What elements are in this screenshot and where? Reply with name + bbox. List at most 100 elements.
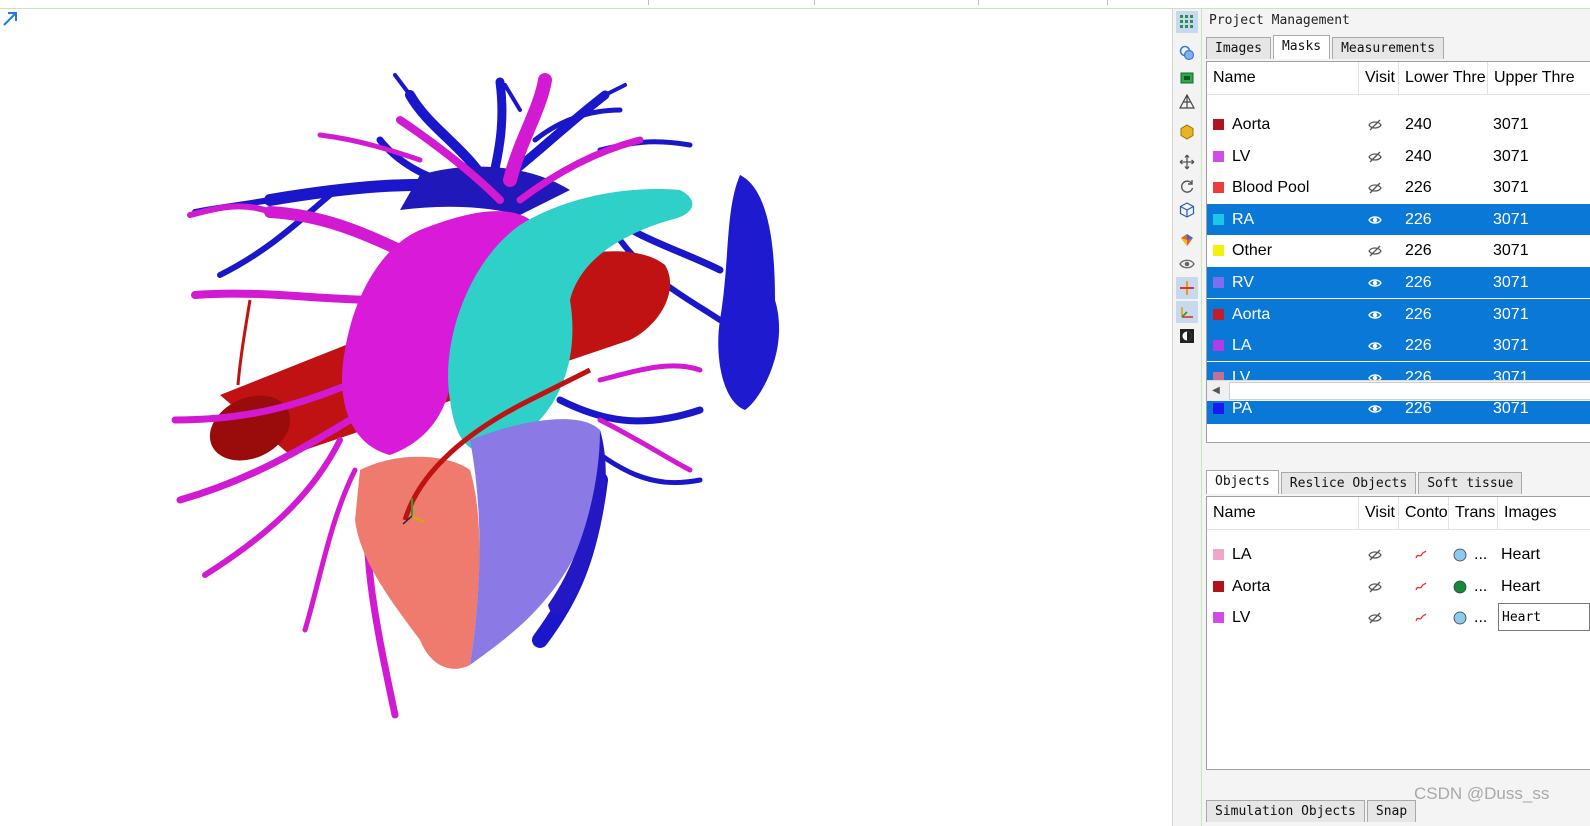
column-header-upper-threshold[interactable]: Upper Thre (1488, 62, 1590, 94)
object-row[interactable]: LA... Heart (1207, 539, 1590, 570)
object-color-swatch[interactable] (1213, 612, 1224, 624)
lower-threshold-value: 226 (1405, 305, 1432, 323)
blue-structure-right (718, 175, 780, 410)
object-color-swatch[interactable] (1213, 580, 1224, 592)
tab-simulation-objects[interactable]: Simulation Objects (1206, 800, 1365, 822)
mask-color-swatch[interactable] (1213, 119, 1224, 130)
visible-eye-icon[interactable] (1367, 338, 1383, 354)
column-header-transparency[interactable]: Trans (1449, 497, 1498, 529)
visible-eye-icon[interactable] (1367, 275, 1383, 291)
mask-name: Other (1232, 242, 1273, 260)
mask-row[interactable]: RA 226 3071 (1207, 203, 1590, 235)
transparency-swatch-icon[interactable] (1453, 548, 1469, 564)
lower-threshold-value: 226 (1405, 274, 1432, 291)
mask-icon[interactable] (1176, 67, 1198, 89)
tab-masks[interactable]: Masks (1272, 35, 1331, 59)
hidden-eye-icon[interactable] (1367, 579, 1383, 595)
panel-title: Project Management (1209, 13, 1350, 28)
cube-icon[interactable] (1176, 199, 1198, 221)
object-row[interactable]: LV... Heart (1207, 602, 1590, 633)
crosshair-icon[interactable] (1176, 277, 1198, 299)
top-separator (978, 0, 979, 5)
tab-soft-tissue[interactable]: Soft tissue (1418, 472, 1523, 494)
transparency-more[interactable]: ... (1474, 539, 1487, 570)
lower-threshold-value: 226 (1405, 210, 1432, 228)
mask-color-swatch[interactable] (1213, 150, 1224, 162)
transparency-swatch-icon[interactable] (1453, 611, 1469, 627)
render-icon[interactable] (1176, 229, 1198, 251)
hidden-eye-icon[interactable] (1367, 149, 1383, 165)
mask-row[interactable]: Blood Pool 226 3071 (1207, 172, 1590, 203)
object-name: LA (1232, 546, 1252, 563)
masks-horizontal-scrollbar[interactable]: ◀ (1207, 380, 1590, 401)
shape-icon[interactable] (1176, 121, 1198, 143)
scroll-left-icon[interactable]: ◀ (1209, 384, 1223, 398)
transparency-swatch-icon[interactable] (1453, 580, 1469, 596)
rotate-icon[interactable] (1176, 175, 1198, 197)
hidden-eye-icon[interactable] (1367, 547, 1383, 563)
3d-viewport[interactable] (0, 9, 1172, 826)
bottom-tab-bar: Simulation Objects Snap (1206, 798, 1418, 822)
mask-row[interactable]: LV 240 3071 (1207, 141, 1590, 172)
mask-color-swatch[interactable] (1213, 277, 1224, 288)
tab-objects[interactable]: Objects (1206, 470, 1279, 494)
mask-name: RA (1232, 210, 1255, 228)
object-color-swatch[interactable] (1213, 549, 1224, 560)
mask-color-swatch[interactable] (1213, 403, 1224, 415)
contour-icon[interactable] (1413, 610, 1429, 626)
mask-color-swatch[interactable] (1213, 182, 1224, 194)
visible-eye-icon[interactable] (1367, 307, 1383, 323)
column-header-images[interactable]: Images (1498, 497, 1590, 529)
hidden-eye-icon[interactable] (1367, 180, 1383, 196)
mask-row[interactable]: Aorta 226 3071 (1207, 298, 1590, 330)
hidden-eye-icon[interactable] (1367, 243, 1383, 259)
top-separator (1107, 0, 1108, 5)
mask-color-swatch[interactable] (1213, 245, 1224, 257)
watermark: CSDN @Duss_ss (1414, 784, 1550, 803)
image-edit-field[interactable]: Heart (1498, 603, 1590, 632)
top-strip (0, 0, 1590, 9)
upper-threshold-value: 3071 (1493, 147, 1529, 165)
column-header-visible[interactable]: Visit (1359, 497, 1399, 529)
column-header-name[interactable]: Name (1207, 62, 1359, 94)
hidden-eye-icon[interactable] (1367, 117, 1383, 133)
grid-icon[interactable] (1176, 11, 1198, 33)
color-picker-icon[interactable] (1176, 42, 1198, 64)
object-name: Aorta (1232, 577, 1271, 595)
mask-name: Blood Pool (1232, 179, 1310, 197)
expand-view-icon[interactable] (0, 9, 20, 29)
column-header-name[interactable]: Name (1207, 497, 1359, 529)
transparency-more[interactable]: ... (1474, 602, 1487, 633)
mask-row[interactable]: RV 226 3071 (1207, 267, 1590, 298)
upper-threshold-value: 3071 (1493, 179, 1529, 197)
column-header-lower-threshold[interactable]: Lower Thre (1399, 62, 1488, 94)
contour-icon[interactable] (1413, 579, 1429, 595)
contrast-icon[interactable] (1176, 325, 1198, 347)
tab-snap[interactable]: Snap (1366, 800, 1417, 822)
eye-icon[interactable] (1176, 253, 1198, 275)
axis-icon[interactable] (1176, 301, 1198, 323)
object-row[interactable]: Aorta... Heart (1207, 571, 1590, 602)
mask-row[interactable]: LA 226 3071 (1207, 330, 1590, 362)
mask-row[interactable]: Other 226 3071 (1207, 235, 1590, 266)
object-image-name: Heart (1501, 546, 1541, 563)
scrollbar-thumb[interactable] (1229, 382, 1590, 400)
tab-measurements[interactable]: Measurements (1332, 37, 1445, 59)
column-header-contour[interactable]: Conto (1399, 497, 1449, 529)
triangle-mesh-icon[interactable] (1176, 91, 1198, 113)
tab-images[interactable]: Images (1206, 37, 1271, 59)
contour-icon[interactable] (1413, 547, 1429, 563)
mask-color-swatch[interactable] (1213, 213, 1224, 225)
mask-row[interactable]: Aorta 240 3071 (1207, 109, 1590, 140)
tab-reslice-objects[interactable]: Reslice Objects (1280, 472, 1417, 494)
mask-color-swatch[interactable] (1213, 308, 1224, 320)
visible-eye-icon[interactable] (1367, 212, 1383, 228)
visible-eye-icon[interactable] (1367, 401, 1383, 417)
hidden-eye-icon[interactable] (1367, 610, 1383, 626)
column-header-visible[interactable]: Visit (1359, 62, 1399, 94)
mask-color-swatch[interactable] (1213, 340, 1224, 352)
transparency-more[interactable]: ... (1474, 571, 1487, 602)
upper-threshold-value: 3071 (1493, 305, 1529, 323)
upper-threshold-value: 3071 (1493, 116, 1529, 133)
move-icon[interactable] (1176, 151, 1198, 173)
